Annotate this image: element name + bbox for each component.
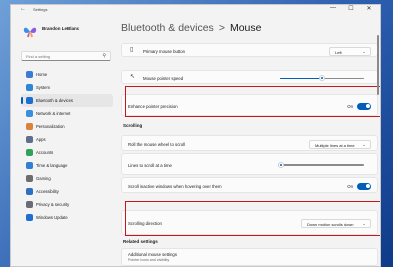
toggle-knob [365,184,370,188]
related-settings-header: Related settings [123,239,158,244]
settings-window: ← Settings — ☐ ✕ Brandon LeBlanc Find a … [10,4,381,267]
roll-wheel-label: Roll the mouse wheel to scroll [128,141,186,147]
main-content: Bluetooth & devices > Mouse ▯ Primary mous… [121,15,380,266]
search-icon: ⚲ [102,53,106,59]
highlight-box-scroll-direction [125,201,380,236]
sidebar-item-network-internet[interactable]: Network & internet [21,107,113,120]
lines-to-scroll-thumb[interactable] [277,161,284,168]
windows-update-icon [26,214,33,221]
back-arrow-icon[interactable]: ← [20,6,26,12]
breadcrumb-current: Mouse [229,22,262,34]
page-title: Bluetooth & devices > Mouse [121,22,261,34]
sidebar-item-personalization[interactable]: Personalization [21,120,113,133]
shield-icon [26,201,33,208]
primary-button-value: Left [335,49,342,55]
lines-to-scroll-label: Lines to scroll at a time [128,162,172,168]
network-icon [26,110,33,117]
pointer-speed-label: Mouse pointer speed [143,75,184,81]
sidebar-item-label: Accessibility [36,189,59,194]
accounts-icon [26,149,33,156]
lines-to-scroll-row: Lines to scroll at a time [121,153,378,175]
user-name: Brandon LeBlanc [42,26,80,31]
accessibility-icon [26,188,33,195]
home-icon [26,71,33,78]
sidebar-item-time-language[interactable]: Time & language [21,159,113,172]
pointer-icon: ↖ [130,74,136,80]
scrollbar[interactable] [376,15,379,265]
sidebar-item-label: Personalization [36,124,65,129]
sidebar-item-label: Apps [36,137,46,142]
highlight-box-precision [125,86,380,117]
sidebar-item-label: Home [36,72,48,77]
sidebar-item-home[interactable]: Home [21,68,113,81]
sidebar-item-apps[interactable]: Apps [21,133,113,146]
sidebar-item-label: Gaming [36,176,51,181]
bluetooth-icon [26,97,33,104]
pointer-speed-fill [280,77,322,79]
scrolling-section-header: Scrolling [123,123,143,128]
scroll-inactive-state: On [347,183,353,189]
title-bar: ← Settings — ☐ ✕ [11,5,380,15]
scroll-inactive-toggle[interactable] [357,182,371,190]
sidebar: Brandon LeBlanc Find a setting ⚲ Home Sys… [11,15,117,266]
sidebar-item-label: Accounts [36,150,54,155]
scroll-inactive-row: Scroll inactive windows when hovering ov… [121,177,378,193]
sidebar-item-accounts[interactable]: Accounts [21,146,113,159]
scrollbar-thumb[interactable] [376,35,379,95]
pointer-speed-thumb[interactable] [319,75,325,81]
sidebar-item-label: Network & internet [36,111,71,116]
sidebar-nav: Home System Bluetooth & devices Network & i… [21,68,113,224]
sidebar-item-label: System [36,85,50,90]
roll-wheel-value: Multiple lines at a time [315,142,355,148]
window-title: Settings [33,7,48,12]
sidebar-item-label: Windows Update [36,215,68,220]
pointer-speed-slider[interactable] [280,75,364,81]
roll-wheel-dropdown[interactable]: Multiple lines at a time ⌄ [309,139,371,149]
additional-mouse-settings-label: Additional mouse settings [128,252,177,257]
primary-button-label: Primary mouse button [143,48,186,54]
minimize-icon[interactable]: — [326,5,340,11]
sidebar-item-label: Privacy & security [36,202,70,207]
close-icon[interactable]: ✕ [362,5,376,12]
sidebar-item-gaming[interactable]: Gaming [21,172,113,185]
breadcrumb-chevron-icon: > [218,22,225,34]
personalization-icon [26,123,33,130]
primary-button-row: ▯ Primary mouse button Left ⌄ [121,43,378,57]
lines-to-scroll-slider[interactable] [277,161,364,168]
sidebar-item-label: Bluetooth & devices [36,98,74,103]
search-placeholder: Find a setting [26,54,51,59]
scroll-inactive-label: Scroll inactive windows when hovering ov… [128,183,222,189]
sidebar-item-system[interactable]: System [21,81,113,94]
system-icon [26,84,33,91]
breadcrumb-parent[interactable]: Bluetooth & devices [121,22,214,34]
pointer-speed-row: ↖ Mouse pointer speed [121,70,378,84]
sidebar-item-windows-update[interactable]: Windows Update [21,211,113,224]
mouse-icon: ▯ [130,47,134,53]
sidebar-item-label: Time & language [36,163,68,168]
chevron-down-icon: ⌄ [362,48,366,54]
primary-button-dropdown[interactable]: Left ⌄ [329,46,371,56]
time-language-icon [26,162,33,169]
apps-icon [26,136,33,143]
additional-mouse-settings-sub: Pointer icons and visibility [128,258,170,262]
sidebar-item-privacy-security[interactable]: Privacy & security [21,198,113,211]
sidebar-item-bluetooth-devices[interactable]: Bluetooth & devices [21,94,113,107]
search-input[interactable]: Find a setting ⚲ [21,51,111,61]
chevron-down-icon: ⌄ [362,141,366,147]
sidebar-item-accessibility[interactable]: Accessibility [21,185,113,198]
gaming-icon [26,175,33,182]
roll-wheel-row: Roll the mouse wheel to scroll Multiple … [121,135,378,151]
maximize-icon[interactable]: ☐ [344,5,358,12]
additional-mouse-settings-row[interactable]: Additional mouse settings Pointer icons … [121,248,378,266]
butterfly-avatar-icon[interactable] [23,25,37,39]
